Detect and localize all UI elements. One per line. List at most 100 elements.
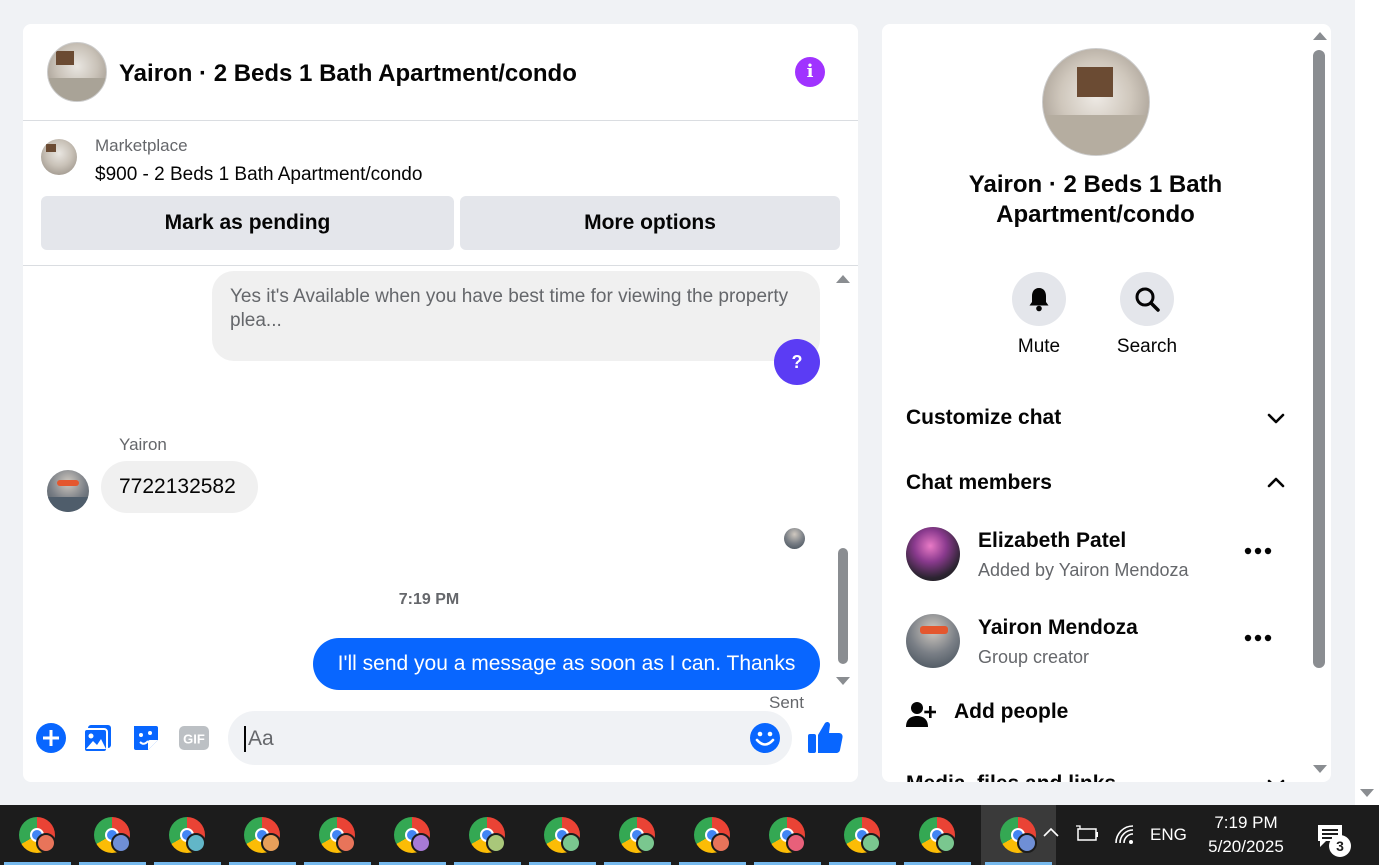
listing-thumbnail[interactable] (41, 139, 77, 175)
member-subtitle: Group creator (978, 647, 1090, 667)
chevron-up-icon[interactable] (1041, 823, 1061, 843)
customize-chat-label: Customize chat (906, 406, 1062, 429)
profile-badge-icon (486, 833, 506, 853)
profile-badge-icon (786, 833, 806, 853)
like-icon[interactable] (807, 720, 843, 754)
chat-members-section[interactable]: Chat members (906, 463, 1286, 503)
customize-chat-section[interactable]: Customize chat (906, 398, 1286, 438)
search-circle[interactable] (1120, 272, 1174, 326)
media-files-label: Media, files and links (906, 772, 1116, 782)
profile-badge-icon (711, 833, 731, 853)
emoji-icon[interactable] (749, 722, 781, 754)
clock-time: 7:19 PM (1214, 813, 1278, 832)
read-receipt-avatar (784, 528, 805, 549)
taskbar-chrome-app[interactable] (900, 805, 975, 865)
language-indicator[interactable]: ENG (1150, 825, 1187, 865)
taskbar-chrome-app[interactable] (525, 805, 600, 865)
chat-members-label: Chat members (906, 471, 1052, 494)
member-row[interactable]: Elizabeth Patel Added by Yairon Mendoza (906, 527, 1286, 587)
profile-badge-icon (861, 833, 881, 853)
taskbar: ENG 7:19 PM 5/20/2025 (0, 805, 1379, 865)
reply-preview-bubble[interactable]: Yes it's Available when you have best ti… (212, 271, 820, 361)
photo-icon[interactable] (82, 722, 114, 754)
clock[interactable]: 7:19 PM 5/20/2025 (1200, 811, 1292, 859)
battery-icon[interactable] (1074, 823, 1100, 845)
page-scroll-down-arrow[interactable] (1360, 789, 1374, 797)
avatar[interactable] (906, 614, 960, 668)
avatar[interactable] (906, 527, 960, 581)
received-message[interactable]: 7722132582 (101, 461, 258, 513)
search-button[interactable]: Search (1102, 272, 1192, 358)
mark-as-pending-button[interactable]: Mark as pending (41, 196, 454, 250)
message-input-placeholder[interactable]: Aa (244, 726, 274, 752)
marketplace-label: Marketplace (95, 136, 188, 155)
mute-circle[interactable] (1012, 272, 1066, 326)
more-options-icon[interactable] (1244, 547, 1272, 555)
member-row[interactable]: Yairon Mendoza Group creator (906, 614, 1286, 674)
sticker-icon[interactable] (130, 722, 162, 754)
panel-avatar[interactable] (1042, 48, 1150, 156)
profile-badge-icon (111, 833, 131, 853)
panel-scroll-up-arrow[interactable] (1313, 32, 1327, 40)
profile-badge-icon (636, 833, 656, 853)
add-people-label: Add people (954, 700, 1069, 723)
chat-avatar[interactable] (47, 42, 107, 102)
chevron-down-icon (1267, 779, 1285, 782)
panel-scroll-down-arrow[interactable] (1313, 765, 1327, 773)
bell-icon (1029, 288, 1049, 312)
panel-title: Yairon · 2 Beds 1 Bath Apartment/condo (968, 171, 1223, 228)
taskbar-chrome-app[interactable] (375, 805, 450, 865)
marketplace-banner: Marketplace $900 - 2 Beds 1 Bath Apartme… (23, 122, 858, 266)
message-scrollbar[interactable] (838, 548, 848, 664)
wifi-icon[interactable] (1113, 823, 1137, 847)
sent-message[interactable]: I'll send you a message as soon as I can… (313, 638, 820, 690)
search-label: Search (1116, 336, 1178, 357)
page-scrollbar[interactable] (1355, 0, 1379, 805)
info-icon[interactable]: i (795, 57, 825, 87)
profile-badge-icon (936, 833, 956, 853)
add-people-button[interactable]: Add people (906, 698, 1206, 732)
panel-scrollbar[interactable] (1313, 50, 1325, 668)
add-person-icon (906, 702, 936, 727)
taskbar-chrome-app[interactable] (600, 805, 675, 865)
scroll-up-arrow[interactable] (836, 275, 850, 283)
mute-button[interactable]: Mute (994, 272, 1084, 358)
sender-avatar[interactable] (47, 470, 89, 512)
listing-title[interactable]: $900 - 2 Beds 1 Bath Apartment/condo (95, 164, 422, 186)
taskbar-chrome-app[interactable] (450, 805, 525, 865)
plus-icon[interactable] (35, 722, 67, 754)
mute-label: Mute (1017, 336, 1061, 357)
more-options-icon[interactable] (1244, 634, 1272, 642)
chat-title[interactable]: Yairon · 2 Beds 1 Bath Apartment/condo (119, 60, 577, 88)
chat-header: Yairon · 2 Beds 1 Bath Apartment/condo i (23, 24, 858, 121)
chevron-down-icon (1267, 413, 1285, 424)
taskbar-chrome-app[interactable] (0, 805, 75, 865)
taskbar-chrome-app[interactable] (675, 805, 750, 865)
more-options-button[interactable]: More options (460, 196, 840, 250)
media-files-section[interactable]: Media, files and links (906, 764, 1286, 782)
time-separator: 7:19 PM (398, 591, 460, 608)
taskbar-chrome-app[interactable] (75, 805, 150, 865)
message-composer: GIF Aa (23, 694, 858, 782)
member-name: Yairon Mendoza (978, 616, 1138, 639)
profile-badge-icon (1017, 833, 1037, 853)
message-list: Yes it's Available when you have best ti… (23, 267, 858, 712)
taskbar-chrome-app[interactable] (225, 805, 300, 865)
profile-badge-icon (36, 833, 56, 853)
taskbar-chrome-app[interactable] (825, 805, 900, 865)
taskbar-chrome-app[interactable] (750, 805, 825, 865)
message-input[interactable]: Aa (228, 711, 792, 765)
notification-count-badge[interactable]: 3 (1329, 835, 1351, 857)
clock-date: 5/20/2025 (1208, 837, 1284, 856)
taskbar-chrome-app[interactable] (300, 805, 375, 865)
profile-badge-icon (261, 833, 281, 853)
member-subtitle: Added by Yairon Mendoza (978, 560, 1189, 580)
profile-badge-icon (411, 833, 431, 853)
gif-icon[interactable]: GIF (178, 722, 210, 754)
profile-badge-icon (336, 833, 356, 853)
sender-name: Yairon (119, 435, 167, 454)
taskbar-chrome-app[interactable] (150, 805, 225, 865)
scroll-down-arrow[interactable] (836, 677, 850, 685)
question-badge[interactable]: ? (774, 339, 820, 385)
chat-window: Yairon · 2 Beds 1 Bath Apartment/condo i… (23, 24, 858, 782)
